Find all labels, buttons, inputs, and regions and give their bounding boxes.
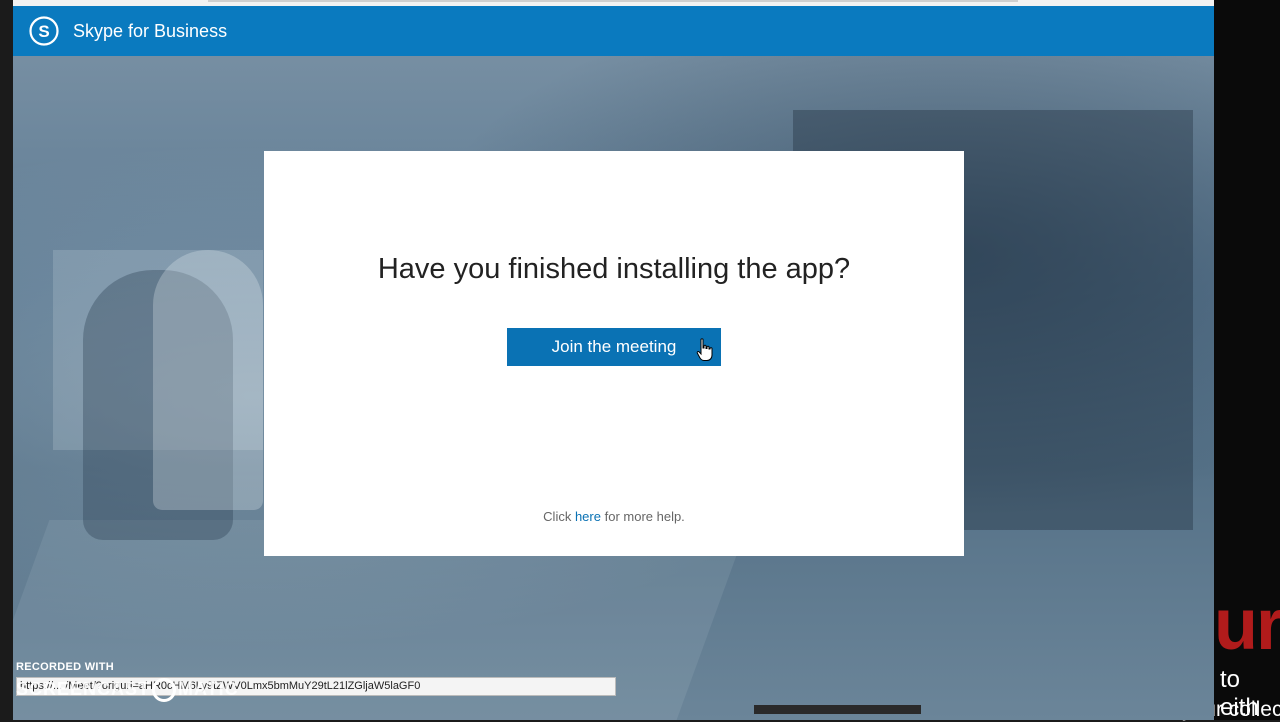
help-text: Click here for more help. xyxy=(264,509,964,524)
join-meeting-button[interactable]: Join the meeting xyxy=(507,328,721,366)
help-suffix: for more help. xyxy=(600,509,685,524)
hand-pointer-icon xyxy=(696,338,713,361)
app-header: S Skype for Business xyxy=(13,6,1214,56)
svg-text:S: S xyxy=(38,22,49,41)
watermark-left: SCREENCAST xyxy=(16,678,151,699)
app-title: Skype for Business xyxy=(73,20,228,41)
help-link[interactable]: here xyxy=(575,509,601,524)
watermark-circle-icon xyxy=(152,678,177,702)
skype-logo-icon: S xyxy=(27,14,61,48)
background-fragment-large: ur xyxy=(1214,585,1280,665)
screencast-watermark: SCREENCAST MATIC xyxy=(16,678,239,702)
recorded-with-label: RECORDED WITH xyxy=(16,661,115,673)
bottom-dark-bar xyxy=(754,705,921,714)
browser-viewport: S Skype for Business Have you finished i… xyxy=(13,0,1214,720)
address-bar-edge xyxy=(208,0,1018,2)
watermark-right: MATIC xyxy=(178,678,239,699)
dialog-heading: Have you finished installing the app? xyxy=(377,253,851,285)
install-check-dialog: Have you finished installing the app? Jo… xyxy=(264,151,964,556)
background-person-woman xyxy=(153,250,263,510)
help-prefix: Click xyxy=(543,509,575,524)
